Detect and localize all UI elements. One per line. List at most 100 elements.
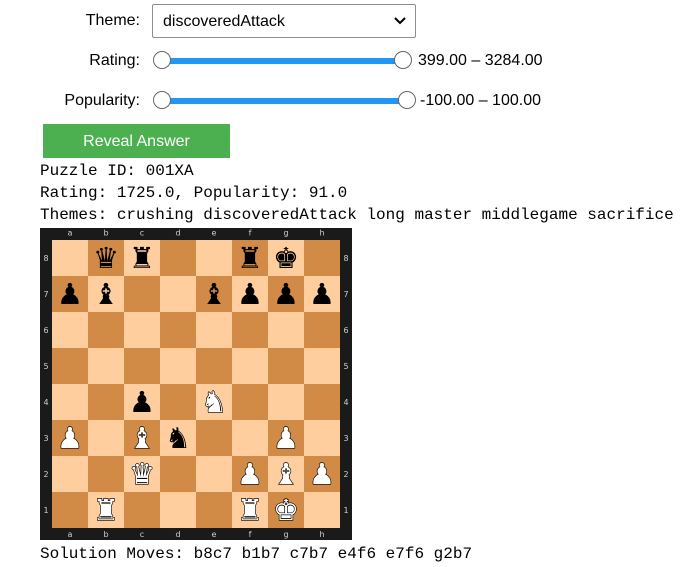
- black-pawn-icon[interactable]: ♟: [309, 277, 335, 311]
- rank-label-6-right: 6: [343, 326, 348, 335]
- square-g4[interactable]: [268, 384, 304, 420]
- reveal-answer-button[interactable]: Reveal Answer: [43, 124, 230, 158]
- white-bishop-icon[interactable]: ♝: [272, 456, 299, 491]
- rank-label-1-left: 1: [43, 506, 48, 515]
- square-e3[interactable]: [196, 420, 232, 456]
- square-a6[interactable]: [52, 312, 88, 348]
- square-d1[interactable]: [160, 492, 196, 528]
- file-label-e-top: e: [212, 229, 217, 238]
- rank-label-7-left: 7: [43, 290, 48, 299]
- square-c7[interactable]: [124, 276, 160, 312]
- file-label-e-bottom: e: [212, 530, 217, 539]
- file-label-b-bottom: b: [103, 530, 108, 539]
- file-label-h-bottom: h: [319, 530, 324, 539]
- square-b5[interactable]: [88, 348, 124, 384]
- chess-board[interactable]: aabbccddeeffgghh8 87 76 65 54 43 32 21 1 ♛ ♜ ♜ ♚♟ ♝ ♝…: [40, 228, 352, 540]
- theme-label: Theme:: [85, 12, 140, 29]
- square-d7[interactable]: [160, 276, 196, 312]
- square-e5[interactable]: [196, 348, 232, 384]
- square-e6[interactable]: [196, 312, 232, 348]
- square-c5[interactable]: [124, 348, 160, 384]
- black-king-icon[interactable]: ♚: [273, 241, 299, 275]
- square-b6[interactable]: [88, 312, 124, 348]
- square-a1[interactable]: [52, 492, 88, 528]
- black-pawn-icon[interactable]: ♟: [129, 385, 155, 419]
- black-rook-icon[interactable]: ♜: [237, 241, 263, 275]
- black-pawn-icon[interactable]: ♟: [273, 277, 299, 311]
- black-pawn-icon[interactable]: ♟: [237, 277, 263, 311]
- square-d6[interactable]: [160, 312, 196, 348]
- file-label-d-bottom: d: [175, 530, 180, 539]
- square-e8[interactable]: [196, 240, 232, 276]
- rank-label-8-left: 8: [43, 254, 48, 263]
- rating-label: Rating:: [89, 52, 140, 69]
- rating-slider-track[interactable]: [160, 58, 402, 64]
- black-queen-icon[interactable]: ♛: [93, 241, 119, 275]
- square-h1[interactable]: [304, 492, 340, 528]
- popularity-slider-min-handle[interactable]: [153, 91, 171, 109]
- square-d2[interactable]: [160, 456, 196, 492]
- square-f4[interactable]: [232, 384, 268, 420]
- square-c1[interactable]: [124, 492, 160, 528]
- black-bishop-icon[interactable]: ♝: [201, 277, 227, 311]
- black-knight-icon[interactable]: ♞: [165, 421, 191, 455]
- square-a5[interactable]: [52, 348, 88, 384]
- rank-label-4-right: 4: [343, 398, 348, 407]
- theme-select[interactable]: discoveredAttack: [152, 4, 416, 38]
- square-h6[interactable]: [304, 312, 340, 348]
- square-d8[interactable]: [160, 240, 196, 276]
- square-f6[interactable]: [232, 312, 268, 348]
- white-queen-icon[interactable]: ♛: [128, 456, 155, 491]
- square-h4[interactable]: [304, 384, 340, 420]
- square-f3[interactable]: [232, 420, 268, 456]
- rating-range-slider[interactable]: [152, 51, 412, 71]
- file-label-c-top: c: [140, 229, 144, 238]
- file-label-f-bottom: f: [249, 530, 252, 539]
- popularity-slider-max-handle[interactable]: [398, 91, 416, 109]
- square-h5[interactable]: [304, 348, 340, 384]
- popularity-range-slider[interactable]: [152, 91, 416, 111]
- square-a4[interactable]: [52, 384, 88, 420]
- white-rook-icon[interactable]: ♜: [92, 492, 119, 527]
- square-g5[interactable]: [268, 348, 304, 384]
- square-a2[interactable]: [52, 456, 88, 492]
- black-pawn-icon[interactable]: ♟: [57, 277, 83, 311]
- white-king-icon[interactable]: ♚: [272, 492, 299, 527]
- popularity-label: Popularity:: [64, 92, 140, 109]
- rank-label-2-right: 2: [343, 470, 348, 479]
- square-d4[interactable]: [160, 384, 196, 420]
- white-bishop-icon[interactable]: ♝: [128, 420, 155, 455]
- white-pawn-icon[interactable]: ♟: [272, 420, 299, 455]
- square-h8[interactable]: [304, 240, 340, 276]
- rating-slider-min-handle[interactable]: [153, 51, 171, 69]
- popularity-slider-track[interactable]: [160, 98, 402, 104]
- square-b2[interactable]: [88, 456, 124, 492]
- square-e1[interactable]: [196, 492, 232, 528]
- black-rook-icon[interactable]: ♜: [129, 241, 155, 275]
- rank-label-3-left: 3: [43, 434, 48, 443]
- white-pawn-icon[interactable]: ♟: [236, 456, 263, 491]
- file-label-a-top: a: [68, 229, 73, 238]
- puzzle-id-text: Puzzle ID: 001XA: [40, 162, 194, 180]
- file-label-c-bottom: c: [140, 530, 144, 539]
- rating-slider-max-handle[interactable]: [394, 51, 412, 69]
- square-d5[interactable]: [160, 348, 196, 384]
- square-e2[interactable]: [196, 456, 232, 492]
- rank-label-5-left: 5: [43, 362, 48, 371]
- white-rook-icon[interactable]: ♜: [236, 492, 263, 527]
- white-knight-icon[interactable]: ♞: [200, 384, 227, 419]
- square-b4[interactable]: [88, 384, 124, 420]
- rank-label-2-left: 2: [43, 470, 48, 479]
- white-pawn-icon[interactable]: ♟: [56, 420, 83, 455]
- rank-label-5-right: 5: [343, 362, 348, 371]
- square-a8[interactable]: [52, 240, 88, 276]
- white-pawn-icon[interactable]: ♟: [308, 456, 335, 491]
- black-bishop-icon[interactable]: ♝: [93, 277, 119, 311]
- square-c6[interactable]: [124, 312, 160, 348]
- file-label-b-top: b: [103, 229, 108, 238]
- square-g6[interactable]: [268, 312, 304, 348]
- square-h3[interactable]: [304, 420, 340, 456]
- square-b3[interactable]: [88, 420, 124, 456]
- square-f5[interactable]: [232, 348, 268, 384]
- rank-label-8-right: 8: [343, 254, 348, 263]
